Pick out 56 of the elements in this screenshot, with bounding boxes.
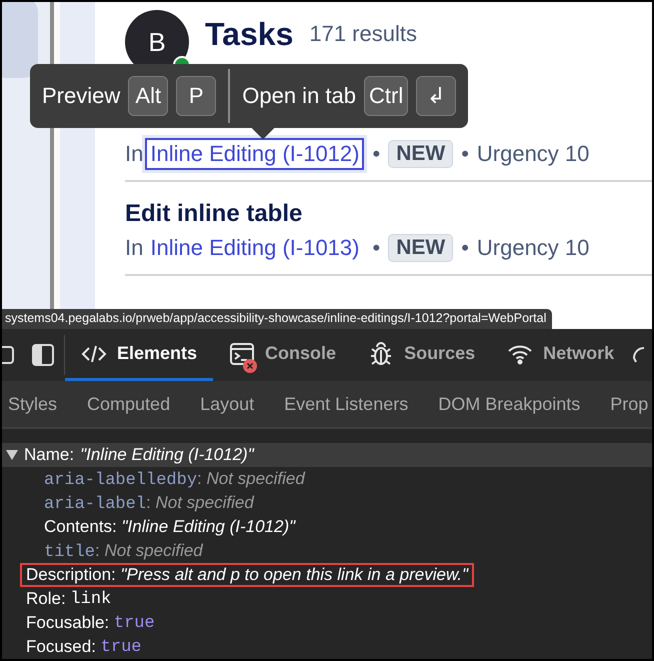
property-name: aria-labelledby: bbox=[44, 468, 202, 490]
property-value: link bbox=[70, 590, 112, 608]
tree-row[interactable]: Name: "Inline Editing (I-1012)" bbox=[2, 443, 652, 467]
property-name: Name: bbox=[24, 445, 74, 465]
separator-dot: • bbox=[372, 141, 380, 167]
error-icon bbox=[243, 359, 258, 373]
status-badge: NEW bbox=[388, 234, 454, 262]
page-title: Tasks bbox=[205, 16, 294, 52]
property-name: Contents: bbox=[44, 517, 117, 537]
status-badge: NEW bbox=[388, 140, 454, 168]
separator-dot: • bbox=[461, 235, 469, 261]
expanded-triangle-icon[interactable] bbox=[6, 450, 18, 460]
devtools-tab[interactable]: Sources bbox=[352, 329, 492, 381]
keyboard-key: P bbox=[176, 76, 216, 116]
separator-dot: • bbox=[461, 141, 469, 167]
keyboard-key: ↲ bbox=[416, 76, 456, 116]
property-value: "Inline Editing (I-1012)" bbox=[80, 445, 254, 465]
property-name: aria-label: bbox=[44, 492, 151, 514]
property-name: title: bbox=[44, 540, 100, 562]
dock-icon[interactable] bbox=[32, 344, 54, 366]
keyboard-key: Ctrl bbox=[364, 76, 408, 116]
property-name: Focusable: bbox=[26, 613, 110, 633]
keyboard-key: Alt bbox=[128, 76, 168, 116]
property-value: Not specified bbox=[156, 493, 254, 513]
case-prefix: In bbox=[125, 235, 144, 261]
panel-tab[interactable]: Styles bbox=[8, 394, 58, 414]
status-url: systems04.pegalabs.io/prweb/app/accessibility-showcase/inline-editings/I-1012?portal=WebPortal bbox=[2, 309, 552, 329]
urgency-text: Urgency 10 bbox=[476, 141, 590, 167]
devtools-tab[interactable]: Network bbox=[491, 329, 630, 381]
property-value: "Inline Editing (I-1012)" bbox=[122, 517, 296, 537]
case-link[interactable]: Inline Editing (I-1013) bbox=[145, 232, 364, 264]
property-value: "Press alt and p to open this link in a preview." bbox=[120, 565, 468, 585]
result-count: 171 results bbox=[309, 21, 417, 47]
property-name: Role: bbox=[26, 589, 66, 609]
shortcut-label: Preview bbox=[42, 83, 120, 109]
urgency-text: Urgency 10 bbox=[476, 235, 590, 261]
property-value: Not specified bbox=[206, 469, 305, 489]
shortcut-label: Open in tab bbox=[242, 83, 356, 109]
separator-dot: • bbox=[372, 235, 380, 261]
device-icon[interactable] bbox=[2, 344, 14, 366]
panel-tab[interactable]: Computed bbox=[87, 394, 170, 414]
case-link[interactable]: Inline Editing (I-1012) bbox=[145, 138, 364, 170]
case-prefix: In bbox=[125, 141, 144, 167]
devtools-tab[interactable]: Console bbox=[213, 329, 352, 381]
property-name: Focused: bbox=[26, 637, 96, 657]
property-value: Not specified bbox=[104, 541, 203, 561]
console-icon bbox=[229, 340, 256, 366]
task-title[interactable]: Edit inline table bbox=[125, 200, 652, 228]
property-value: true bbox=[100, 638, 142, 656]
property-value: true bbox=[114, 614, 155, 632]
property-name: Description: bbox=[26, 565, 116, 585]
panel-tab[interactable]: DOM Breakpoints bbox=[438, 394, 580, 414]
panel-tab[interactable]: Event Listeners bbox=[284, 394, 408, 414]
panel-tab[interactable]: Layout bbox=[200, 394, 254, 414]
panel-tab[interactable]: Prop bbox=[610, 394, 648, 414]
sidebar-item[interactable] bbox=[2, 2, 38, 78]
